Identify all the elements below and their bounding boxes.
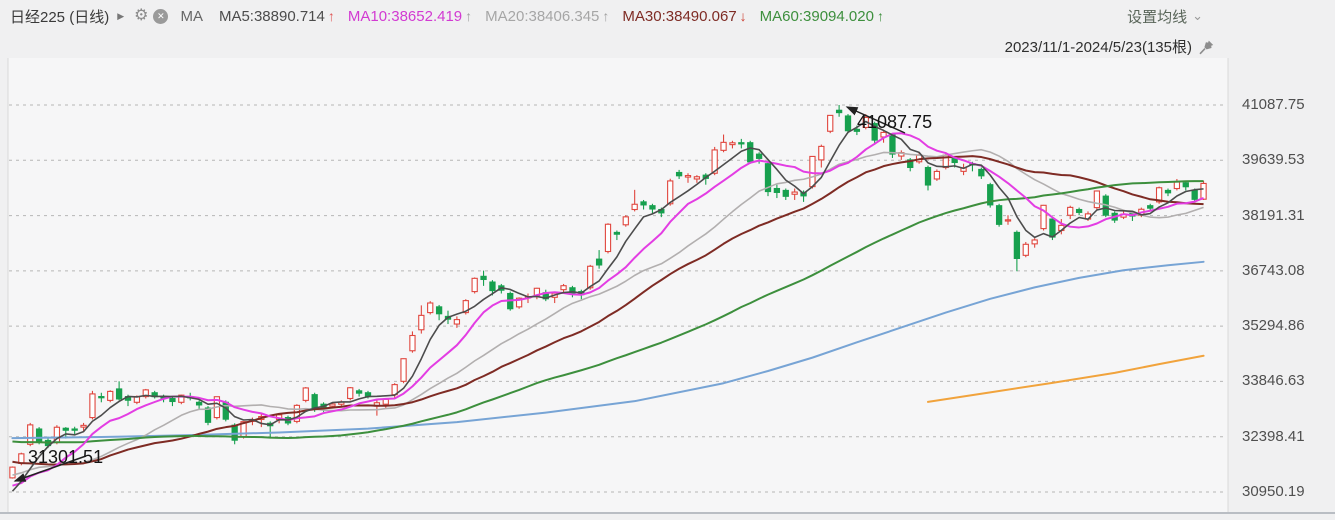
candle bbox=[428, 301, 433, 314]
y-axis-label: 30950.19 bbox=[1242, 483, 1305, 500]
candle bbox=[988, 183, 993, 208]
low-price-label: 31301.51 bbox=[28, 447, 103, 468]
candle bbox=[1023, 242, 1028, 257]
candle bbox=[1201, 181, 1206, 200]
candle bbox=[765, 162, 770, 196]
candle bbox=[605, 223, 610, 253]
candle bbox=[10, 466, 15, 478]
y-axis-label: 32398.41 bbox=[1242, 428, 1305, 445]
candlestick-chart[interactable] bbox=[0, 0, 1335, 520]
candle bbox=[303, 387, 308, 402]
y-axis-label: 38191.31 bbox=[1242, 207, 1305, 224]
y-axis-label: 33846.63 bbox=[1242, 372, 1305, 389]
candle bbox=[108, 390, 113, 402]
y-axis-label: 39639.53 bbox=[1242, 151, 1305, 168]
candle bbox=[401, 358, 406, 383]
candle bbox=[472, 277, 477, 293]
candle bbox=[90, 391, 95, 420]
candle bbox=[934, 169, 939, 180]
y-axis-label: 36743.08 bbox=[1242, 262, 1305, 279]
candle bbox=[348, 387, 353, 400]
y-axis-label: 41087.75 bbox=[1242, 96, 1305, 113]
candle bbox=[828, 115, 833, 133]
candle bbox=[143, 389, 148, 399]
candle bbox=[997, 204, 1002, 227]
candle bbox=[623, 215, 628, 226]
candle bbox=[890, 133, 895, 158]
candle bbox=[748, 141, 753, 164]
candle bbox=[1094, 190, 1099, 209]
y-axis-label: 35294.86 bbox=[1242, 317, 1305, 334]
high-price-label: 41087.75 bbox=[857, 112, 932, 133]
candle bbox=[845, 114, 850, 133]
candle bbox=[294, 404, 299, 423]
